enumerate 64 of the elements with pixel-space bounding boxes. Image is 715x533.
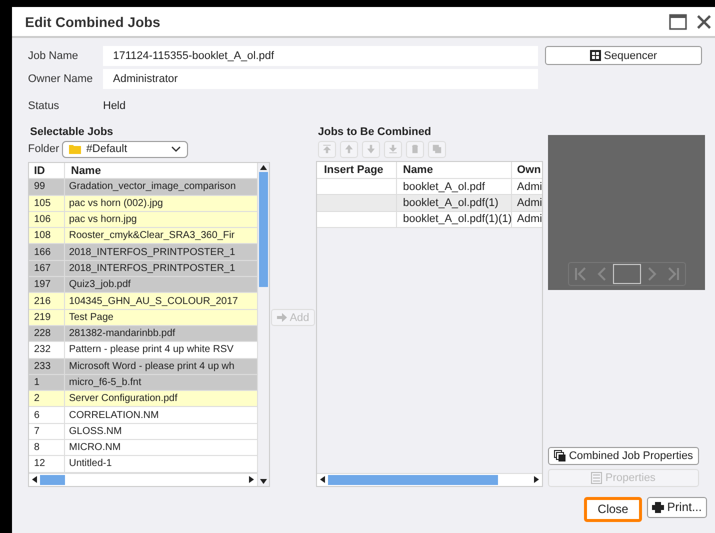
scroll-thumb[interactable]: [328, 474, 498, 485]
chevron-icon: [171, 146, 182, 152]
arrow-icon: [276, 313, 287, 322]
field-label: Status: [28, 100, 60, 112]
table-row[interactable]: 197 Quiz3_job.pdf: [29, 277, 257, 294]
sequencer-button[interactable]: Sequencer: [545, 46, 702, 65]
scroll-down-icon[interactable]: [259, 476, 268, 486]
text-field[interactable]: 171124-115355-booklet_A_ol.pdf: [103, 46, 538, 66]
column-header: ID: [29, 163, 65, 178]
table-row[interactable]: 99 Gradation_vector_image_comparison: [29, 179, 257, 196]
table-row[interactable]: 2 Server Configuration.pdf: [29, 391, 257, 408]
table-row[interactable]: 233 Microsoft Word - please print 4 up wh: [29, 358, 257, 375]
column-header: Own: [516, 164, 542, 176]
vertical-scrollbar[interactable]: [257, 163, 269, 486]
field-label: Job Name: [28, 50, 80, 62]
table-row[interactable]: 219 Test Page: [29, 310, 257, 326]
column-header: Insert Page: [317, 162, 397, 178]
table-row[interactable]: 106 pac vs horn.jpg: [29, 212, 257, 228]
section-title: Jobs to Be Combined: [317, 126, 432, 139]
folder-icon: [69, 144, 82, 154]
trash-icon: [409, 143, 421, 155]
table-row[interactable]: 232 Pattern - please print 4 up white RSV: [29, 342, 257, 359]
table-row[interactable]: 216 104345_GHN_AU_S_COLOUR_2017: [29, 293, 257, 310]
combined-job-properties-button[interactable]: Combined Job Properties: [548, 446, 699, 465]
arrow-to-top-icon: [321, 143, 333, 155]
arrow-up-icon: [343, 143, 355, 155]
field-label: Owner Name: [28, 73, 94, 85]
grid-icon: [590, 50, 601, 61]
table-row[interactable]: 12 Untitled-1: [29, 456, 257, 473]
table-row[interactable]: 7 GLOSS.NM: [29, 424, 257, 440]
maximize-icon[interactable]: [669, 14, 687, 30]
table-row[interactable]: 8 MICRO.NM: [29, 440, 257, 456]
column-header: Name: [397, 162, 512, 178]
table-row[interactable]: 166 2018_INTERFOS_PRINTPOSTER_1: [29, 244, 257, 261]
scroll-thumb[interactable]: [40, 474, 65, 485]
table-row[interactable]: 108 Rooster_cmyk&Clear_SRA3_360_Fir: [29, 228, 257, 244]
table-row[interactable]: booklet_A_ol.pdf(1)(1) Admi: [317, 212, 542, 228]
horizontal-scrollbar[interactable]: [29, 472, 257, 486]
table-row[interactable]: 6 CORRELATION.NM: [29, 407, 257, 424]
folder-dropdown[interactable]: #Default: [62, 140, 188, 158]
close-button[interactable]: Close: [584, 496, 642, 522]
list-icon: [591, 472, 602, 484]
arrow-to-bottom-icon: [387, 143, 399, 155]
copy-icon: [431, 143, 443, 155]
table-row[interactable]: booklet_A_ol.pdf(1) Admi: [317, 195, 542, 212]
window-title: Edit Combined Jobs: [25, 14, 162, 30]
folder-label: Folder: [28, 143, 60, 155]
column-header: Name: [70, 164, 102, 177]
table-row[interactable]: 167 2018_INTERFOS_PRINTPOSTER_1: [29, 260, 257, 278]
scroll-right-icon[interactable]: [532, 475, 541, 484]
page-number-field[interactable]: [612, 264, 640, 284]
horizontal-scrollbar[interactable]: [317, 472, 542, 486]
table-row[interactable]: booklet_A_ol.pdf Admi: [317, 179, 542, 196]
section-title: Selectable Jobs: [29, 126, 114, 139]
scroll-thumb[interactable]: [259, 172, 268, 287]
table-row[interactable]: 105 pac vs horn (002).jpg: [29, 196, 257, 212]
arrow-down-icon: [365, 143, 377, 155]
table-row[interactable]: 1 micro_f6-5_b.fnt: [29, 374, 257, 392]
table-row[interactable]: 228 281382-mandarinbb.pdf: [29, 326, 257, 342]
status-value: Held: [103, 100, 126, 112]
text-field[interactable]: Administrator: [103, 69, 538, 89]
print-button[interactable]: Print...: [647, 496, 707, 518]
close-icon[interactable]: [697, 14, 711, 28]
stack-icon: [554, 450, 566, 462]
